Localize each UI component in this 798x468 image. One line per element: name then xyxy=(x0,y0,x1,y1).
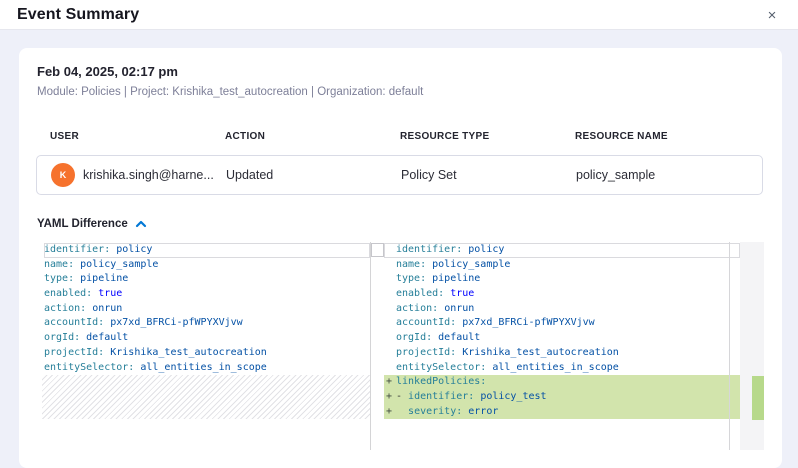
code-line: type: pipeline xyxy=(44,272,370,287)
user-cell: K krishika.singh@harne... xyxy=(51,163,226,187)
code-line: + severity: error xyxy=(384,405,740,420)
code-line: +- identifier: policy_test xyxy=(384,390,740,405)
code-line: enabled: true xyxy=(44,287,370,302)
code-line: accountId: px7xd_BFRCi-pfWPYXVjvw xyxy=(44,316,370,331)
event-summary-modal: Event Summary × Feb 04, 2025, 02:17 pm M… xyxy=(0,0,798,446)
diff-sash[interactable] xyxy=(370,242,384,450)
page-title: Event Summary xyxy=(0,6,139,24)
yaml-diff-editor: identifier: policyname: policy_sampletyp… xyxy=(36,242,764,450)
event-timestamp: Feb 04, 2025, 02:17 pm xyxy=(37,64,764,79)
code-line: name: policy_sample xyxy=(44,258,370,273)
diff-pane-original[interactable]: identifier: policyname: policy_sampletyp… xyxy=(36,242,370,450)
code-line: name: policy_sample xyxy=(384,258,740,273)
yaml-difference-header: YAML Difference xyxy=(37,218,764,230)
avatar: K xyxy=(51,163,75,187)
diff-scrollbar-edge xyxy=(729,242,730,450)
column-header-user: USER xyxy=(50,131,225,142)
code-line: orgId: default xyxy=(44,331,370,346)
column-header-resource-type: RESOURCE TYPE xyxy=(400,131,575,142)
diff-added-marker xyxy=(752,376,764,420)
code-line: projectId: Krishika_test_autocreation xyxy=(44,346,370,361)
event-card: Feb 04, 2025, 02:17 pm Module: Policies … xyxy=(19,48,782,468)
code-line: +linkedPolicies: xyxy=(384,375,740,390)
diff-pane-modified[interactable]: identifier: policyname: policy_sampletyp… xyxy=(384,242,740,450)
code-line: projectId: Krishika_test_autocreation xyxy=(384,346,740,361)
code-line: accountId: px7xd_BFRCi-pfWPYXVjvw xyxy=(384,316,740,331)
resource-name-cell: policy_sample xyxy=(576,168,762,182)
event-meta: Module: Policies | Project: Krishika_tes… xyxy=(37,86,764,98)
action-cell: Updated xyxy=(226,168,401,182)
table-header: USER ACTION RESOURCE TYPE RESOURCE NAME xyxy=(36,131,763,142)
resource-type-cell: Policy Set xyxy=(401,168,576,182)
diff-sash-line-marker xyxy=(371,243,384,257)
code-line: action: onrun xyxy=(44,302,370,317)
code-line: orgId: default xyxy=(384,331,740,346)
close-icon[interactable]: × xyxy=(760,0,784,30)
code-line: action: onrun xyxy=(384,302,740,317)
column-header-action: ACTION xyxy=(225,131,400,142)
code-line: identifier: policy xyxy=(384,243,740,258)
column-header-resource-name: RESOURCE NAME xyxy=(575,131,763,142)
table-row: K krishika.singh@harne... Updated Policy… xyxy=(36,155,763,195)
code-line: entitySelector: all_entities_in_scope xyxy=(44,361,370,376)
yaml-difference-label: YAML Difference xyxy=(37,218,128,230)
code-line: type: pipeline xyxy=(384,272,740,287)
code-line: enabled: true xyxy=(384,287,740,302)
code-line: identifier: policy xyxy=(44,243,370,258)
diff-empty-hatch xyxy=(42,375,370,419)
user-email: krishika.singh@harne... xyxy=(83,168,214,182)
code-line: entitySelector: all_entities_in_scope xyxy=(384,361,740,376)
modal-header: Event Summary × xyxy=(0,0,798,30)
diff-overview-ruler[interactable] xyxy=(740,242,764,450)
chevron-up-icon[interactable] xyxy=(135,219,147,229)
